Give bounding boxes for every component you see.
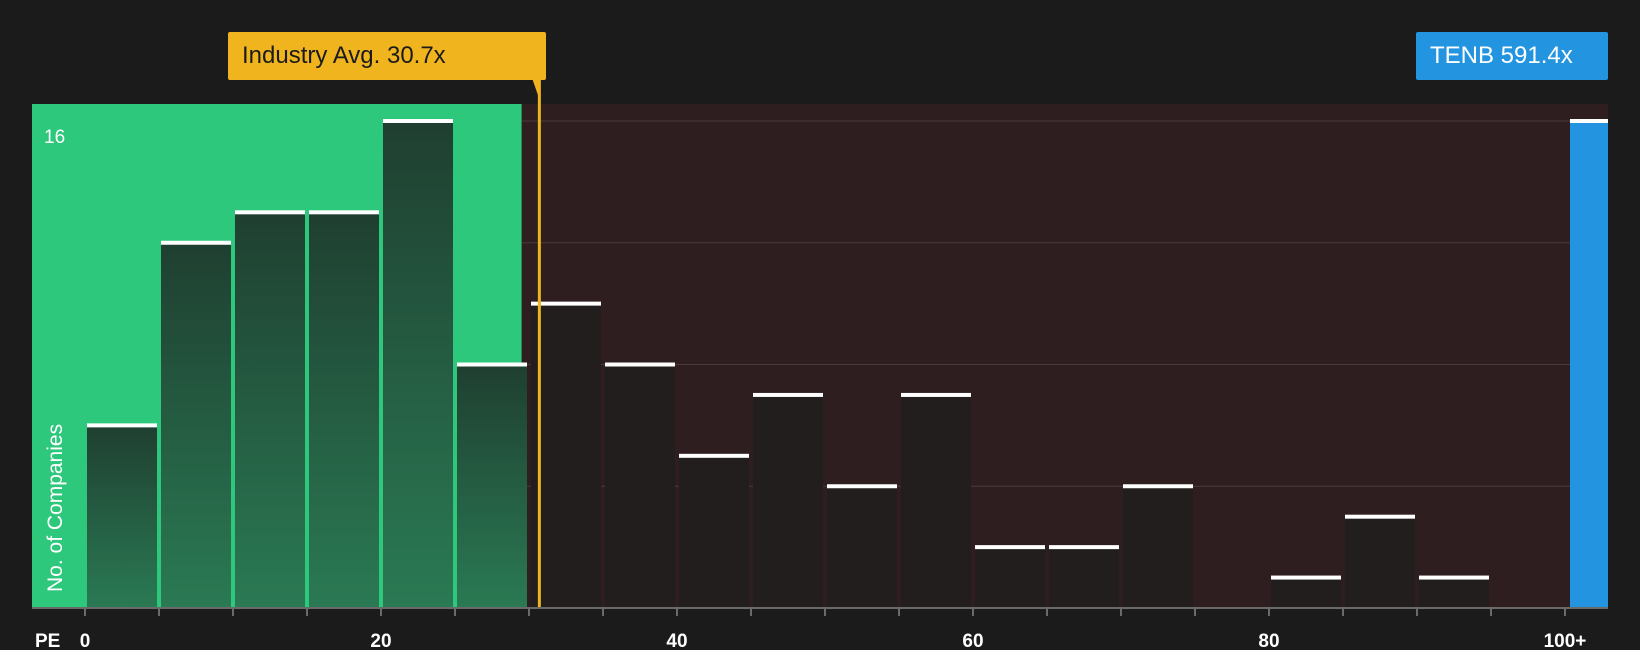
x-tick-label: 60 [962, 631, 983, 650]
bar-cap [1271, 575, 1341, 580]
bar-cap [753, 392, 823, 397]
x-tick-label: 100+ [1544, 631, 1587, 650]
bar-cap [161, 240, 231, 245]
histogram-bar [309, 212, 379, 608]
bar-cap [87, 423, 157, 428]
histogram-bar [457, 364, 527, 608]
bar-cap [457, 362, 527, 367]
histogram-bar [901, 394, 971, 608]
bar-cap [605, 362, 675, 367]
bar-cap [235, 210, 305, 215]
histogram-bar [1049, 547, 1119, 608]
histogram-bar [679, 455, 749, 608]
bar-cap [1049, 545, 1119, 550]
bar-cap [1123, 484, 1193, 489]
bar-cap [679, 453, 749, 458]
bar-cap [309, 210, 379, 215]
bar-cap [383, 119, 453, 123]
y-axis-label: No. of Companies [44, 424, 67, 592]
company-bar-cap [1570, 119, 1608, 123]
y-tick-label-max: 16 [44, 127, 65, 148]
bar-cap [1419, 575, 1489, 580]
histogram-bar [827, 486, 897, 608]
histogram-bar [1123, 486, 1193, 608]
histogram-bar [1419, 577, 1489, 608]
histogram-bar [235, 212, 305, 608]
bar-cap [827, 484, 897, 489]
industry-average-callout: Industry Avg. 30.7x [228, 32, 546, 80]
company-pe-callout: TENB 591.4x [1416, 32, 1608, 80]
histogram-bar [531, 303, 601, 608]
histogram-bar [1271, 577, 1341, 608]
x-tick-label: 80 [1258, 631, 1279, 650]
histogram-bar [753, 394, 823, 608]
pe-distribution-chart: 0 20 40 60 80 100+ 16 No. of Companies PE [32, 78, 1608, 650]
histogram-bar [975, 547, 1045, 608]
bar-cap [901, 392, 971, 397]
bar-cap [975, 545, 1045, 550]
histogram-bar [605, 364, 675, 608]
x-tick-label: 40 [666, 631, 687, 650]
histogram-bar [1345, 516, 1415, 608]
bar-cap [1345, 514, 1415, 519]
histogram-bar [161, 242, 231, 608]
x-tick-label: 0 [80, 631, 91, 650]
company-bar [1570, 121, 1608, 608]
histogram-bar [87, 425, 157, 608]
bar-cap [531, 301, 601, 306]
x-axis-label: PE [35, 631, 60, 650]
histogram-bar [383, 121, 453, 608]
x-tick-label: 20 [370, 631, 391, 650]
